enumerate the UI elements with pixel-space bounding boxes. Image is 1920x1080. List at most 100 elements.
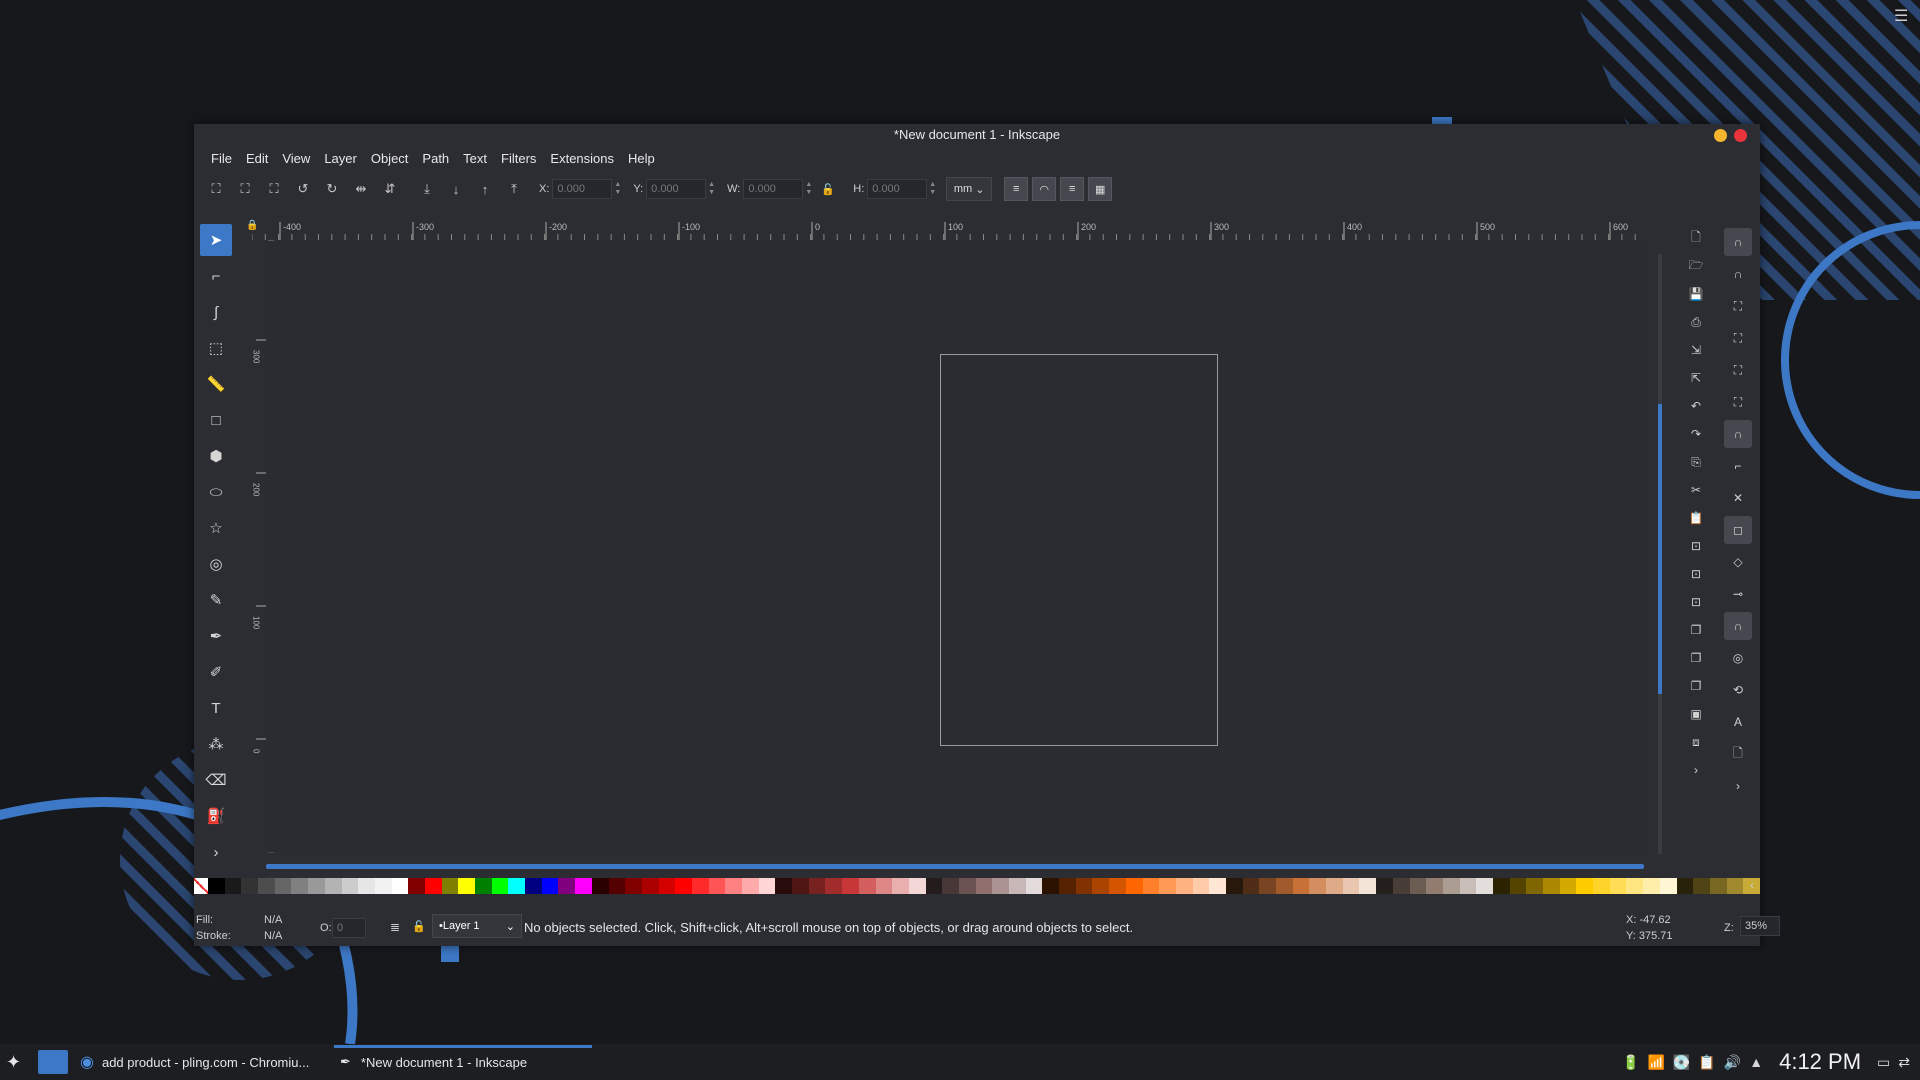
color-swatch[interactable]	[391, 878, 409, 894]
menu-text[interactable]: Text	[456, 151, 494, 166]
color-swatch[interactable]	[758, 878, 776, 894]
select-all-layers-icon[interactable]: ⛶	[233, 177, 257, 201]
snap-page-border-icon[interactable]: 🗋	[1724, 740, 1752, 768]
color-swatch[interactable]	[925, 878, 943, 894]
print-icon[interactable]: ⎙	[1682, 308, 1710, 336]
color-swatch[interactable]	[975, 878, 993, 894]
color-swatch[interactable]	[1709, 878, 1727, 894]
desktop-menu-icon[interactable]: ☰	[1894, 6, 1912, 25]
color-swatch[interactable]	[1509, 878, 1527, 894]
deselect-icon[interactable]: ⛶	[262, 177, 286, 201]
redo-icon[interactable]: ↷	[1682, 420, 1710, 448]
color-swatch[interactable]	[1259, 878, 1276, 894]
color-swatch[interactable]	[1659, 878, 1677, 894]
color-swatch[interactable]	[775, 878, 793, 894]
menu-edit[interactable]: Edit	[239, 151, 275, 166]
horizontal-scrollbar[interactable]	[266, 864, 1644, 869]
color-swatch[interactable]	[508, 878, 526, 894]
menu-file[interactable]: File	[204, 151, 239, 166]
lower-to-bottom-icon[interactable]: ⤓	[415, 177, 439, 201]
3d-box-tool-icon[interactable]: ⬢	[200, 440, 232, 472]
snap-nodes-icon[interactable]: ∩	[1724, 420, 1752, 448]
color-swatch[interactable]	[441, 878, 459, 894]
color-swatch[interactable]	[1192, 878, 1210, 894]
color-swatch[interactable]	[424, 878, 442, 894]
rotate-ccw-icon[interactable]: ↺	[291, 177, 315, 201]
no-paint-swatch[interactable]	[194, 878, 208, 894]
snap-enable-icon[interactable]: ∩	[1724, 228, 1752, 256]
color-swatch[interactable]	[475, 878, 492, 894]
pencil-tool-icon[interactable]: ✎	[200, 584, 232, 616]
color-swatch[interactable]	[241, 878, 259, 894]
spiral-tool-icon[interactable]: ◎	[200, 548, 232, 580]
layers-icon[interactable]: ≣	[390, 920, 400, 934]
color-swatch[interactable]	[1693, 878, 1710, 894]
snap-smooth-nodes-icon[interactable]: ◇	[1724, 548, 1752, 576]
snap-cusp-nodes-icon[interactable]: ◻	[1724, 516, 1752, 544]
window-titlebar[interactable]: *New document 1 - Inkscape	[194, 124, 1760, 146]
color-swatch[interactable]	[1626, 878, 1644, 894]
ruler-lock-icon[interactable]: 🔒	[246, 220, 258, 231]
tray-expand-icon[interactable]: ▲	[1749, 1054, 1763, 1070]
task-chromium[interactable]: ◉ add product - pling.com - Chromiu...	[80, 1044, 309, 1080]
snap-text-baseline-icon[interactable]: A	[1724, 708, 1752, 736]
node-tool-icon[interactable]: ⌐	[200, 260, 232, 292]
spray-tool-icon[interactable]: ⁂	[200, 728, 232, 760]
color-swatch[interactable]	[1526, 878, 1543, 894]
scale-corners-icon[interactable]: ◠	[1032, 177, 1057, 201]
rotate-cw-icon[interactable]: ↻	[320, 177, 344, 201]
vertical-scrollbar-thumb[interactable]	[1658, 404, 1662, 694]
color-swatch[interactable]	[1609, 878, 1627, 894]
panel-settings-icon[interactable]: ⇄	[1898, 1054, 1910, 1071]
color-swatch[interactable]	[258, 878, 275, 894]
selector-tool-icon[interactable]: ➤	[200, 224, 232, 256]
color-swatch[interactable]	[1576, 878, 1594, 894]
color-swatch[interactable]	[792, 878, 809, 894]
menu-view[interactable]: View	[275, 151, 317, 166]
color-swatch[interactable]	[942, 878, 959, 894]
scale-stroke-icon[interactable]: ≡	[1004, 177, 1029, 201]
color-swatch[interactable]	[1676, 878, 1694, 894]
color-swatch[interactable]	[458, 878, 475, 894]
layer-lock-icon[interactable]: 🔓	[412, 920, 426, 933]
w-input[interactable]	[743, 179, 804, 199]
h-spin-icon[interactable]: ▲ ▼	[929, 181, 936, 197]
color-swatch[interactable]	[725, 878, 742, 894]
color-swatch[interactable]	[1059, 878, 1076, 894]
zoom-selection-icon[interactable]: ⊡	[1682, 532, 1710, 560]
more-snap-chevron-icon[interactable]: ›	[1724, 772, 1752, 800]
color-swatch[interactable]	[374, 878, 392, 894]
color-swatch[interactable]	[1643, 878, 1660, 894]
snap-midpoints-icon[interactable]: ⊸	[1724, 580, 1752, 608]
duplicate-icon[interactable]: ❐	[1682, 616, 1710, 644]
color-swatch[interactable]	[324, 878, 342, 894]
color-swatch[interactable]	[1159, 878, 1176, 894]
import-icon[interactable]: ⇲	[1682, 336, 1710, 364]
color-swatch[interactable]	[808, 878, 826, 894]
menu-extensions[interactable]: Extensions	[543, 151, 621, 166]
color-swatch[interactable]	[308, 878, 325, 894]
color-swatch[interactable]	[658, 878, 676, 894]
color-swatch[interactable]	[892, 878, 909, 894]
color-swatch[interactable]	[1376, 878, 1393, 894]
color-swatch[interactable]	[1442, 878, 1460, 894]
y-spin-icon[interactable]: ▲ ▼	[708, 181, 715, 197]
color-swatch[interactable]	[541, 878, 559, 894]
lower-icon[interactable]: ↓	[444, 177, 468, 201]
y-input[interactable]	[646, 179, 707, 199]
open-icon[interactable]: 🗁	[1682, 252, 1710, 280]
color-swatch[interactable]	[1426, 878, 1443, 894]
color-swatch[interactable]	[608, 878, 626, 894]
color-swatch[interactable]	[341, 878, 359, 894]
color-swatch[interactable]	[224, 878, 242, 894]
color-swatch[interactable]	[842, 878, 859, 894]
snap-bbox-midpoints-icon[interactable]: ⛶	[1724, 356, 1752, 384]
color-swatch[interactable]	[1392, 878, 1410, 894]
color-swatch[interactable]	[1342, 878, 1360, 894]
paint-bucket-tool-icon[interactable]: ⛽	[200, 800, 232, 832]
snap-bbox-corners-icon[interactable]: ⛶	[1724, 324, 1752, 352]
color-swatch[interactable]	[1276, 878, 1293, 894]
zoom-tool-icon[interactable]: ⬚	[200, 332, 232, 364]
color-swatch[interactable]	[858, 878, 876, 894]
snap-rotation-centers-icon[interactable]: ⟲	[1724, 676, 1752, 704]
